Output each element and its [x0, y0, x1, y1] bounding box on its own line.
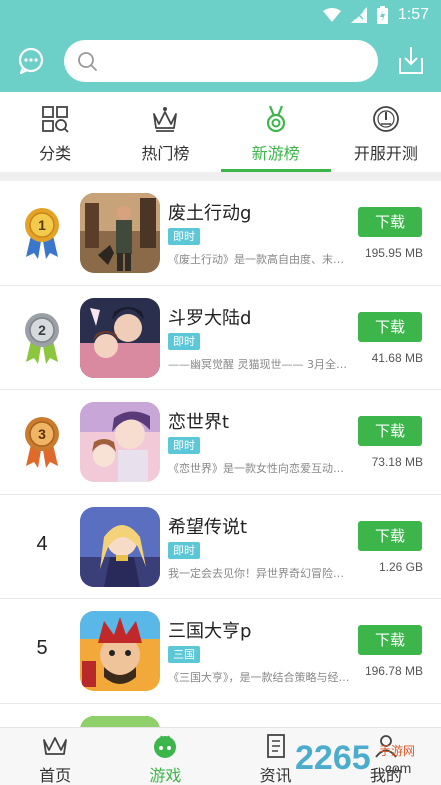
game-description: 《恋世界》是一款女性向恋爱互动养成手游 [168, 462, 352, 475]
status-time: 1:57 [397, 6, 429, 23]
game-size: 1.26 GB [378, 559, 423, 574]
silver-rank-badge-icon: 2 [25, 312, 59, 364]
game-size: 41.68 MB [371, 350, 423, 365]
game-description: ——幽冥觉醒 灵猫现世—— 3月全新版本 [168, 357, 352, 371]
game-thumbnail[interactable] [80, 611, 160, 691]
game-size: 195.95 MB [364, 246, 423, 260]
rank-number: 4 [36, 532, 48, 555]
tab-new-games[interactable]: 新游榜 [220, 92, 332, 172]
tab-category[interactable]: 分类 [0, 92, 110, 172]
game-size: 73.18 MB [371, 455, 423, 469]
game-thumbnail[interactable] [80, 297, 160, 378]
list-item[interactable]: 2 斗罗大陆d 即时 ——幽冥觉醒 灵猫现世—— 3月全新版本 下载 41.68… [0, 286, 441, 390]
section-divider [0, 172, 441, 181]
search-icon [78, 52, 97, 71]
tab-label: 新游榜 [251, 144, 300, 163]
search-bar[interactable] [64, 40, 378, 82]
svg-text:3: 3 [38, 426, 46, 442]
nav-home[interactable]: 首页 [0, 728, 110, 785]
download-button[interactable]: 下载 [358, 311, 422, 342]
download-button[interactable]: 下载 [358, 416, 422, 446]
tab-hot[interactable]: 热门榜 [110, 92, 220, 172]
category-tabs: 分类 热门榜 新游榜 开服开测 [0, 92, 441, 172]
game-tag: 即时 [168, 437, 200, 454]
svg-text:2: 2 [38, 322, 46, 338]
bronze-rank-badge-icon: 3 [25, 417, 59, 468]
list-item[interactable]: 4 希望传说t 即时 我一定会去见你！异世界奇幻冒险之旅 下载 1.26 GB [0, 495, 441, 599]
search-input[interactable] [104, 46, 364, 76]
crown-outline-icon [43, 737, 68, 755]
game-thumbnail[interactable] [80, 506, 160, 587]
download-button[interactable]: 下载 [358, 207, 422, 237]
game-name[interactable]: 废土行动g [168, 199, 251, 225]
game-thumbnail[interactable] [80, 402, 160, 482]
nav-games[interactable]: 游戏 [110, 728, 220, 785]
status-bar: 1:57 [0, 0, 441, 32]
list-item[interactable]: 1 废土行动g 即时 《废土行动》是一款高自由度、末世生存的动作射击手游 下载 … [0, 181, 441, 286]
game-name[interactable]: 斗罗大陆d [168, 304, 251, 330]
list-item[interactable]: 3 恋世界t 即时 《恋世界》是一款女性向恋爱互动养成手游 下载 73.18 M… [0, 390, 441, 495]
document-icon [266, 734, 285, 758]
wifi-icon [322, 8, 341, 22]
category-grid-icon [42, 106, 69, 133]
game-tag: 三国 [168, 646, 200, 663]
download-manager-icon[interactable] [396, 44, 426, 76]
game-description: 《三国大亨》，是一款结合策略与经营的手游 [168, 671, 352, 684]
game-description: 《废土行动》是一款高自由度、末世生存的动作射击手游 [168, 253, 352, 266]
speedometer-icon [372, 106, 399, 132]
svg-text:.com: .com [381, 760, 411, 776]
nav-label: 游戏 [149, 766, 182, 785]
game-tag: 即时 [168, 228, 200, 245]
game-tag: 即时 [168, 332, 200, 350]
rank-number: 5 [36, 637, 48, 659]
battery-charging-icon [376, 6, 388, 24]
download-button[interactable]: 下载 [358, 625, 422, 655]
download-button[interactable]: 下载 [358, 520, 422, 551]
game-ranking-list: 1 废土行动g 即时 《废土行动》是一款高自由度、末世生存的动作射击手游 下载 … [0, 181, 441, 756]
game-size: 196.78 MB [364, 664, 423, 678]
crown-icon [153, 107, 178, 132]
tab-label: 热门榜 [141, 144, 190, 163]
game-name[interactable]: 三国大亨p [168, 617, 251, 643]
svg-text:1: 1 [38, 217, 46, 233]
game-description: 我一定会去见你！异世界奇幻冒险之旅 [168, 566, 352, 580]
gamepad-icon [154, 735, 177, 758]
tab-label: 开服开测 [353, 144, 418, 163]
tab-label: 分类 [39, 144, 72, 163]
medal-icon [266, 105, 285, 133]
game-thumbnail[interactable] [80, 193, 160, 273]
signal-icon [350, 7, 367, 23]
game-name[interactable]: 恋世界t [168, 408, 229, 434]
app-header: 1:57 [0, 0, 441, 92]
gold-rank-badge-icon: 1 [25, 208, 59, 259]
message-icon[interactable] [16, 46, 46, 76]
list-item[interactable]: 5 三国大亨p 三国 《三国大亨》，是一款结合策略与经营的手游 下载 196.7… [0, 599, 441, 704]
game-name[interactable]: 希望传说t [168, 513, 247, 539]
site-watermark-logo: 2265 手游网 .com [295, 739, 415, 777]
svg-text:2265: 2265 [295, 739, 371, 777]
game-tag: 即时 [168, 541, 200, 559]
svg-text:手游网: 手游网 [379, 744, 415, 758]
nav-label: 首页 [39, 766, 72, 785]
tab-server-open[interactable]: 开服开测 [331, 92, 441, 172]
